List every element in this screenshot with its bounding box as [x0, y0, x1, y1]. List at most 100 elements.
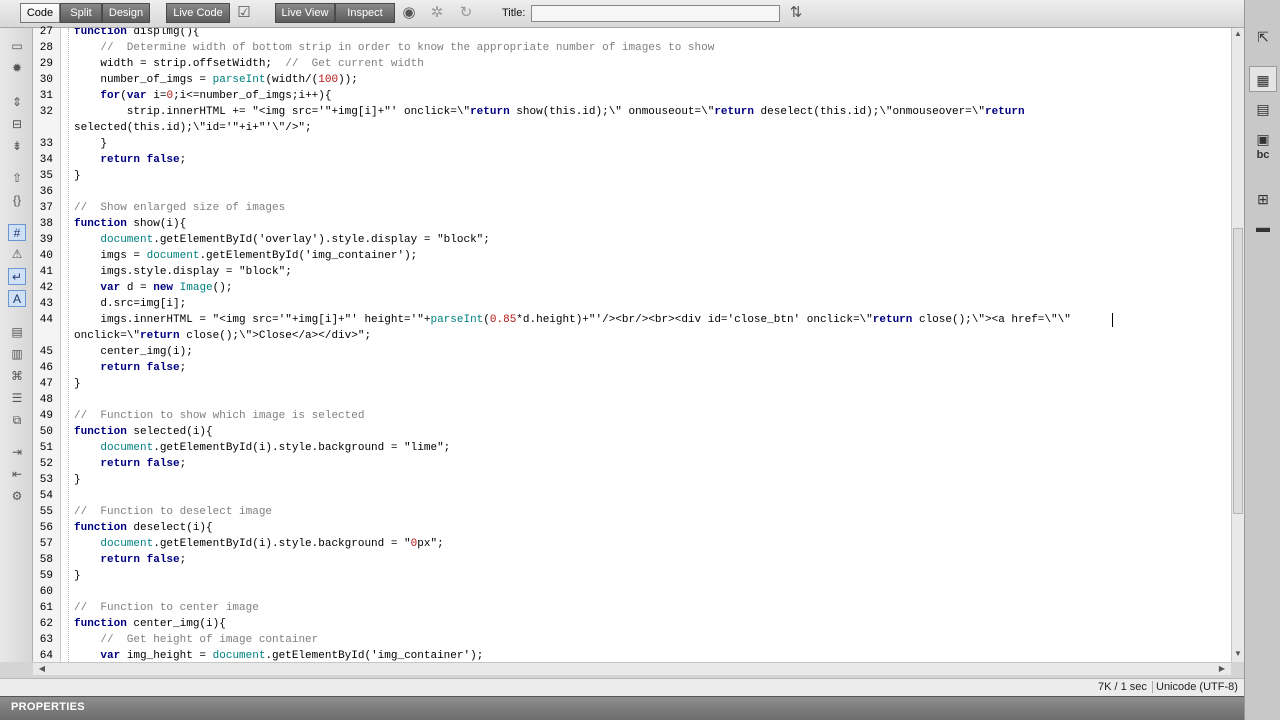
code-line[interactable]: document.getElementById(i).style.backgro… [74, 536, 443, 552]
validate-markup-icon[interactable]: ⇅ [786, 4, 806, 23]
business-catalyst-icon[interactable]: bc [1249, 142, 1277, 168]
properties-panel[interactable]: PROPERTIES [0, 696, 1244, 720]
code-line[interactable]: } [74, 168, 81, 184]
scroll-left-arrow-icon[interactable]: ◀ [36, 663, 48, 675]
inspect-button[interactable]: Inspect [335, 3, 395, 23]
line-number-gutter: 27 28 29 30 31 32 33 34 35 36 37 38 39 40 41 42 43 44 45 46… [33, 26, 61, 662]
code-area[interactable]: function displmg(){ // Determine width o… [69, 28, 1231, 662]
code-line[interactable]: imgs.style.display = "block"; [74, 264, 291, 280]
vertical-scroll-thumb[interactable] [1233, 228, 1243, 514]
live-code-button[interactable]: Live Code [166, 3, 230, 23]
wrap-tag-icon[interactable]: ⌘ [8, 368, 26, 385]
show-code-navigator-icon[interactable]: ✹ [8, 60, 26, 77]
live-view-button[interactable]: Live View [275, 3, 335, 23]
code-line[interactable]: onclick=\"return close();\">Close</a></d… [74, 328, 371, 344]
refresh-icon[interactable]: ↻ [456, 4, 476, 23]
split-view-button[interactable]: Split [60, 3, 102, 23]
outdent-code-icon[interactable]: ⇤ [8, 466, 26, 483]
horizontal-scrollbar[interactable]: ◀ ▶ [33, 662, 1231, 675]
scroll-right-arrow-icon[interactable]: ▶ [1216, 663, 1228, 675]
line-number: 48 [39, 394, 53, 406]
code-line[interactable]: return false; [74, 152, 186, 168]
code-line[interactable]: } [74, 568, 81, 584]
code-line[interactable]: return false; [74, 552, 186, 568]
balance-braces-icon[interactable]: {} [8, 192, 26, 209]
properties-panel-title[interactable]: PROPERTIES [11, 701, 85, 713]
files-panel-icon[interactable]: ⊞ [1249, 186, 1277, 212]
assets-panel-icon[interactable]: ▬ [1249, 214, 1277, 240]
code-line[interactable]: document.getElementById('overlay').style… [74, 232, 489, 248]
code-line[interactable]: // Function to deselect image [74, 504, 272, 520]
code-line[interactable]: // Function to center image [74, 600, 259, 616]
code-line[interactable]: var d = new Image(); [74, 280, 232, 296]
move-css-icon[interactable]: ⧉ [8, 412, 26, 429]
syntax-coloring-icon[interactable]: A [8, 290, 26, 307]
code-line[interactable]: return false; [74, 456, 186, 472]
code-line[interactable]: imgs.innerHTML = "<img src='"+img[i]+"' … [74, 312, 1070, 328]
code-line[interactable]: d.src=img[i]; [74, 296, 186, 312]
code-line[interactable]: } [74, 376, 81, 392]
code-view-button[interactable]: Code [20, 3, 60, 23]
code-fold-strip[interactable] [61, 28, 69, 662]
vertical-scrollbar[interactable]: ▲ ▼ [1231, 28, 1244, 662]
check-browser-icon[interactable]: ☑ [234, 4, 254, 23]
document-title-input[interactable] [531, 5, 780, 22]
code-line[interactable]: // Determine width of bottom strip in or… [74, 40, 714, 56]
status-bar: 7K / 1 sec Unicode (UTF-8) [0, 678, 1244, 696]
code-line[interactable]: // Get height of image container [74, 632, 318, 648]
code-line[interactable]: // Function to show which image is selec… [74, 408, 364, 424]
code-line[interactable]: } [74, 472, 81, 488]
format-source-code-icon[interactable]: ⚙ [8, 488, 26, 505]
code-line[interactable]: number_of_imgs = parseInt(width/(100)); [74, 72, 357, 88]
line-number: 28 [39, 42, 53, 54]
code-line[interactable]: var img_height = document.getElementById… [74, 648, 483, 662]
code-line[interactable]: for(var i=0;i<=number_of_imgs;i++){ [74, 88, 331, 104]
css-styles-icon[interactable]: ▤ [1249, 96, 1277, 122]
indent-code-icon[interactable]: ⇥ [8, 444, 26, 461]
word-wrap-icon[interactable]: ↵ [8, 268, 26, 285]
code-editor[interactable]: 27 28 29 30 31 32 33 34 35 36 37 38 39 40 41 42 43 44 45 46… [33, 26, 1231, 662]
code-line[interactable]: selected(this.id);\"id='"+i+"'\"/>"; [74, 120, 312, 136]
apply-comment-icon[interactable]: ▤ [8, 324, 26, 341]
line-number: 41 [39, 266, 53, 278]
highlight-invalid-code-icon[interactable]: ⚠ [8, 246, 26, 263]
line-number: 43 [39, 298, 53, 310]
line-number: 36 [39, 186, 53, 198]
globe-preview-icon[interactable]: ◉ [399, 4, 419, 23]
line-numbers-icon[interactable]: # [8, 224, 26, 241]
remove-comment-icon[interactable]: ▥ [8, 346, 26, 363]
line-number: 44 [39, 314, 53, 326]
code-line[interactable]: function selected(i){ [74, 424, 213, 440]
code-line[interactable]: center_img(i); [74, 344, 192, 360]
expand-all-icon[interactable]: ⇟ [8, 138, 26, 155]
code-line[interactable]: function center_img(i){ [74, 616, 226, 632]
file-management-icon[interactable]: ✲ [427, 4, 447, 23]
collapse-panels-icon[interactable]: ⇱ [1249, 24, 1277, 50]
recent-snippets-icon[interactable]: ☰ [8, 390, 26, 407]
title-label: Title: [502, 7, 526, 19]
code-line[interactable]: width = strip.offsetWidth; // Get curren… [74, 56, 423, 72]
code-line[interactable]: function deselect(i){ [74, 520, 213, 536]
insert-panel-icon[interactable]: ▦ [1249, 66, 1277, 92]
line-number: 61 [39, 602, 53, 614]
scroll-down-arrow-icon[interactable]: ▼ [1232, 648, 1244, 660]
design-view-button[interactable]: Design [102, 3, 150, 23]
code-line[interactable]: } [74, 136, 107, 152]
code-line[interactable]: function displmg(){ [74, 28, 199, 40]
collapse-selection-icon[interactable]: ⊟ [8, 116, 26, 133]
line-number: 39 [39, 234, 53, 246]
line-number: 31 [39, 90, 53, 102]
line-number: 40 [39, 250, 53, 262]
scroll-up-arrow-icon[interactable]: ▲ [1232, 28, 1244, 40]
code-line[interactable]: imgs = document.getElementById('img_cont… [74, 248, 417, 264]
code-line[interactable]: return false; [74, 360, 186, 376]
line-number: 54 [39, 490, 53, 502]
line-number: 62 [39, 618, 53, 630]
collapse-full-tag-icon[interactable]: ⇕ [8, 94, 26, 111]
code-line[interactable]: document.getElementById(i).style.backgro… [74, 440, 450, 456]
select-parent-tag-icon[interactable]: ⇧ [8, 170, 26, 187]
open-documents-icon[interactable]: ▭ [8, 38, 26, 55]
code-line[interactable]: // Show enlarged size of images [74, 200, 285, 216]
code-line[interactable]: strip.innerHTML += "<img src='"+img[i]+"… [74, 104, 1025, 120]
code-line[interactable]: function show(i){ [74, 216, 186, 232]
